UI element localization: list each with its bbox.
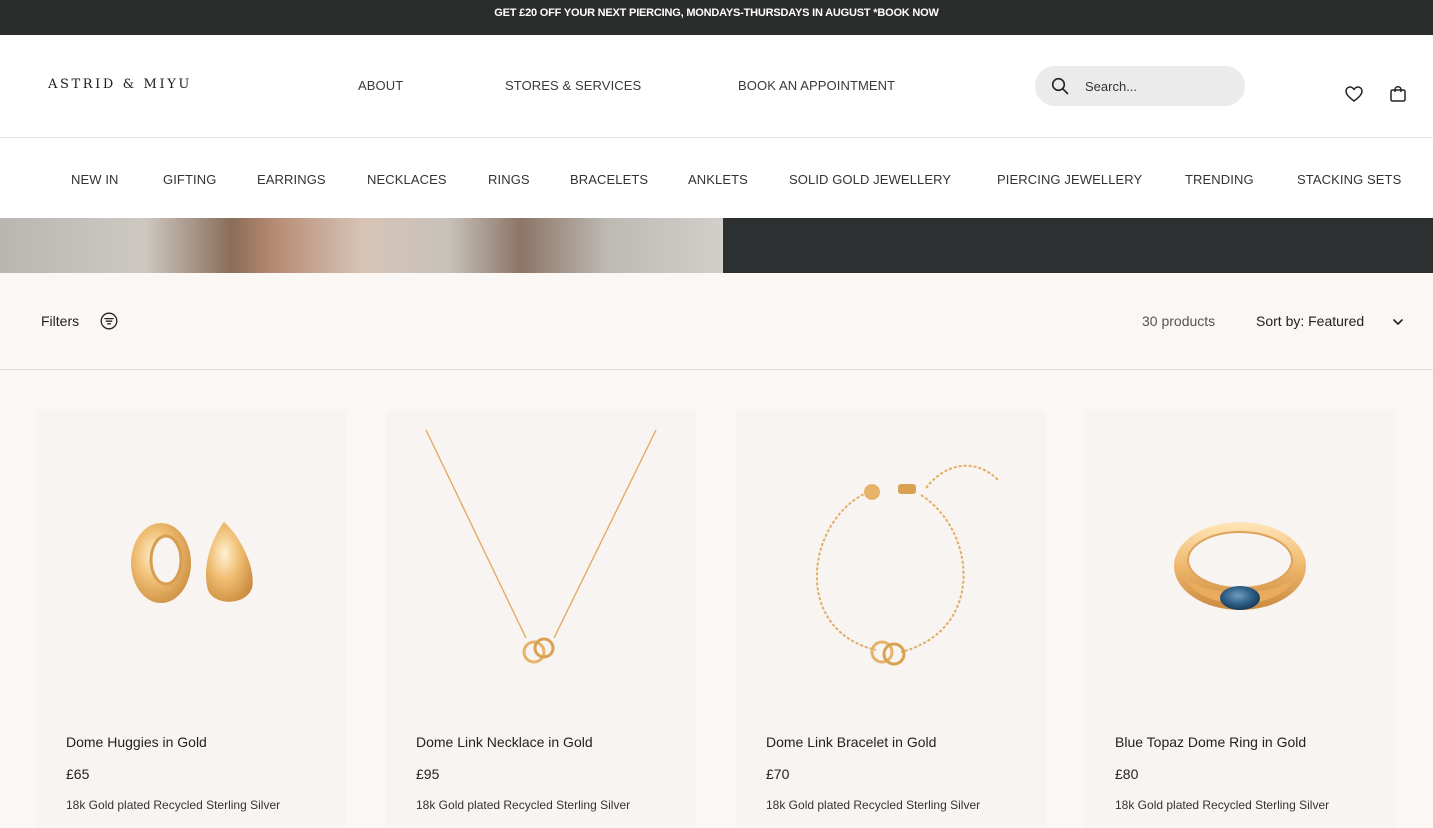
product-image[interactable] xyxy=(1085,410,1395,710)
brand-logo[interactable]: ASTRID & MIYU xyxy=(48,77,192,92)
search-input[interactable] xyxy=(1085,76,1235,96)
product-material: 18k Gold plated Recycled Sterling Silver xyxy=(66,798,281,812)
dome-link-bracelet-image xyxy=(815,464,999,666)
search-box[interactable] xyxy=(1035,66,1245,106)
filter-icon[interactable] xyxy=(100,312,118,330)
site-header: ASTRID & MIYU ABOUT STORES & SERVICES BO… xyxy=(0,35,1433,138)
product-name[interactable]: Blue Topaz Dome Ring in Gold xyxy=(1115,734,1306,750)
hero-panel xyxy=(723,218,1433,273)
dome-link-necklace-image xyxy=(425,429,657,664)
category-stacking-sets[interactable]: STACKING SETS xyxy=(1297,172,1401,187)
product-price: £95 xyxy=(416,766,440,782)
product-material: 18k Gold plated Recycled Sterling Silver xyxy=(1115,798,1330,812)
product-image[interactable] xyxy=(36,410,346,710)
dome-huggies-image xyxy=(131,522,253,603)
nav-stores-services[interactable]: STORES & SERVICES xyxy=(505,78,641,93)
sort-select[interactable]: Sort by: Featured xyxy=(1256,313,1364,329)
product-material: 18k Gold plated Recycled Sterling Silver xyxy=(766,798,981,812)
product-name[interactable]: Dome Huggies in Gold xyxy=(66,734,207,750)
product-card[interactable]: Dome Huggies in Gold £65 18k Gold plated… xyxy=(36,410,346,828)
category-necklaces[interactable]: NECKLACES xyxy=(367,172,447,187)
blue-topaz-ring-image xyxy=(1174,522,1306,610)
product-image[interactable] xyxy=(386,410,696,710)
category-earrings[interactable]: EARRINGS xyxy=(257,172,326,187)
product-card[interactable]: Dome Link Necklace in Gold £95 18k Gold … xyxy=(386,410,696,828)
shopping-bag-icon[interactable] xyxy=(1388,84,1408,104)
product-price: £80 xyxy=(1115,766,1139,782)
product-material: 18k Gold plated Recycled Sterling Silver xyxy=(416,798,631,812)
category-piercing-jewellery[interactable]: PIERCING JEWELLERY xyxy=(997,172,1142,187)
category-trending[interactable]: TRENDING xyxy=(1185,172,1254,187)
search-icon[interactable] xyxy=(1051,77,1069,95)
category-anklets[interactable]: ANKLETS xyxy=(688,172,748,187)
product-card[interactable]: Dome Link Bracelet in Gold £70 18k Gold … xyxy=(736,410,1046,828)
product-price: £65 xyxy=(66,766,90,782)
filters-button[interactable]: Filters xyxy=(41,313,79,329)
category-nav: NEW IN GIFTING EARRINGS NECKLACES RINGS … xyxy=(0,138,1433,218)
product-name[interactable]: Dome Link Bracelet in Gold xyxy=(766,734,936,750)
product-price: £70 xyxy=(766,766,790,782)
category-rings[interactable]: RINGS xyxy=(488,172,530,187)
category-gifting[interactable]: GIFTING xyxy=(163,172,216,187)
category-bracelets[interactable]: BRACELETS xyxy=(570,172,648,187)
product-name[interactable]: Dome Link Necklace in Gold xyxy=(416,734,593,750)
product-count: 30 products xyxy=(1142,313,1216,329)
category-solid-gold-jewellery[interactable]: SOLID GOLD JEWELLERY xyxy=(789,172,951,187)
wishlist-heart-icon[interactable] xyxy=(1344,84,1364,104)
collection-toolbar: Filters 30 products Sort by: Featured xyxy=(0,273,1433,370)
hero-image xyxy=(0,218,723,273)
nav-about[interactable]: ABOUT xyxy=(358,78,403,93)
announcement-bar[interactable]: GET £20 OFF YOUR NEXT PIERCING, MONDAYS-… xyxy=(0,0,1433,35)
nav-book-appointment[interactable]: BOOK AN APPOINTMENT xyxy=(738,78,895,93)
category-new-in[interactable]: NEW IN xyxy=(71,172,119,187)
product-grid: Dome Huggies in Gold £65 18k Gold plated… xyxy=(0,370,1433,828)
chevron-down-icon[interactable] xyxy=(1391,315,1405,329)
product-image[interactable] xyxy=(736,410,1046,710)
product-card[interactable]: Blue Topaz Dome Ring in Gold £80 18k Gol… xyxy=(1085,410,1395,828)
